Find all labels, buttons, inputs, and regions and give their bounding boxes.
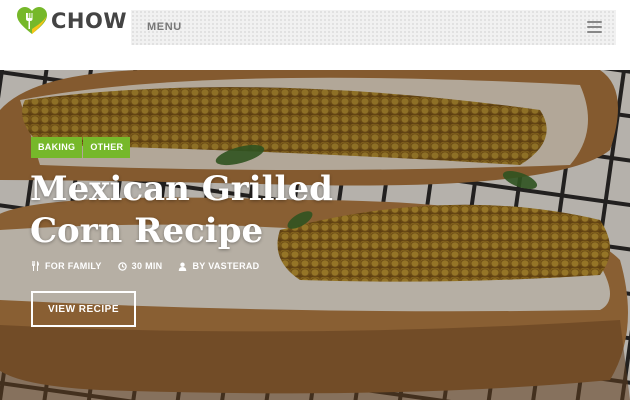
brand-name: CHOW (51, 9, 128, 33)
menu-label: MENU (147, 21, 182, 33)
heart-fork-logo-icon (17, 7, 47, 34)
meta-author-label[interactable]: BY VASTERAD (192, 261, 259, 271)
logo[interactable]: CHOW (16, 6, 127, 36)
user-icon (179, 262, 187, 271)
tag-other[interactable]: OTHER (83, 137, 131, 158)
view-recipe-button[interactable]: VIEW RECIPE (31, 291, 136, 327)
meta-audience-label: FOR FAMILY (45, 261, 102, 271)
recipe-tags: BAKING OTHER (31, 137, 131, 158)
meta-author: BY VASTERAD (178, 261, 259, 271)
meta-time-label: 30 MIN (131, 261, 163, 271)
hero-banner: BAKING OTHER Mexican Grilled Corn Recipe… (0, 70, 630, 400)
tag-baking[interactable]: BAKING (31, 137, 83, 158)
meta-time: 30 MIN (117, 261, 163, 271)
menu-bar[interactable]: MENU (131, 10, 616, 45)
cutlery-icon (32, 261, 39, 271)
recipe-title[interactable]: Mexican Grilled Corn Recipe (30, 168, 370, 252)
hamburger-icon[interactable] (587, 21, 602, 34)
meta-audience: FOR FAMILY (31, 261, 102, 271)
clock-icon (117, 261, 127, 271)
site-header: CHOW MENU (0, 0, 630, 70)
recipe-meta: FOR FAMILY 30 MIN BY VASTERAD (31, 261, 275, 271)
